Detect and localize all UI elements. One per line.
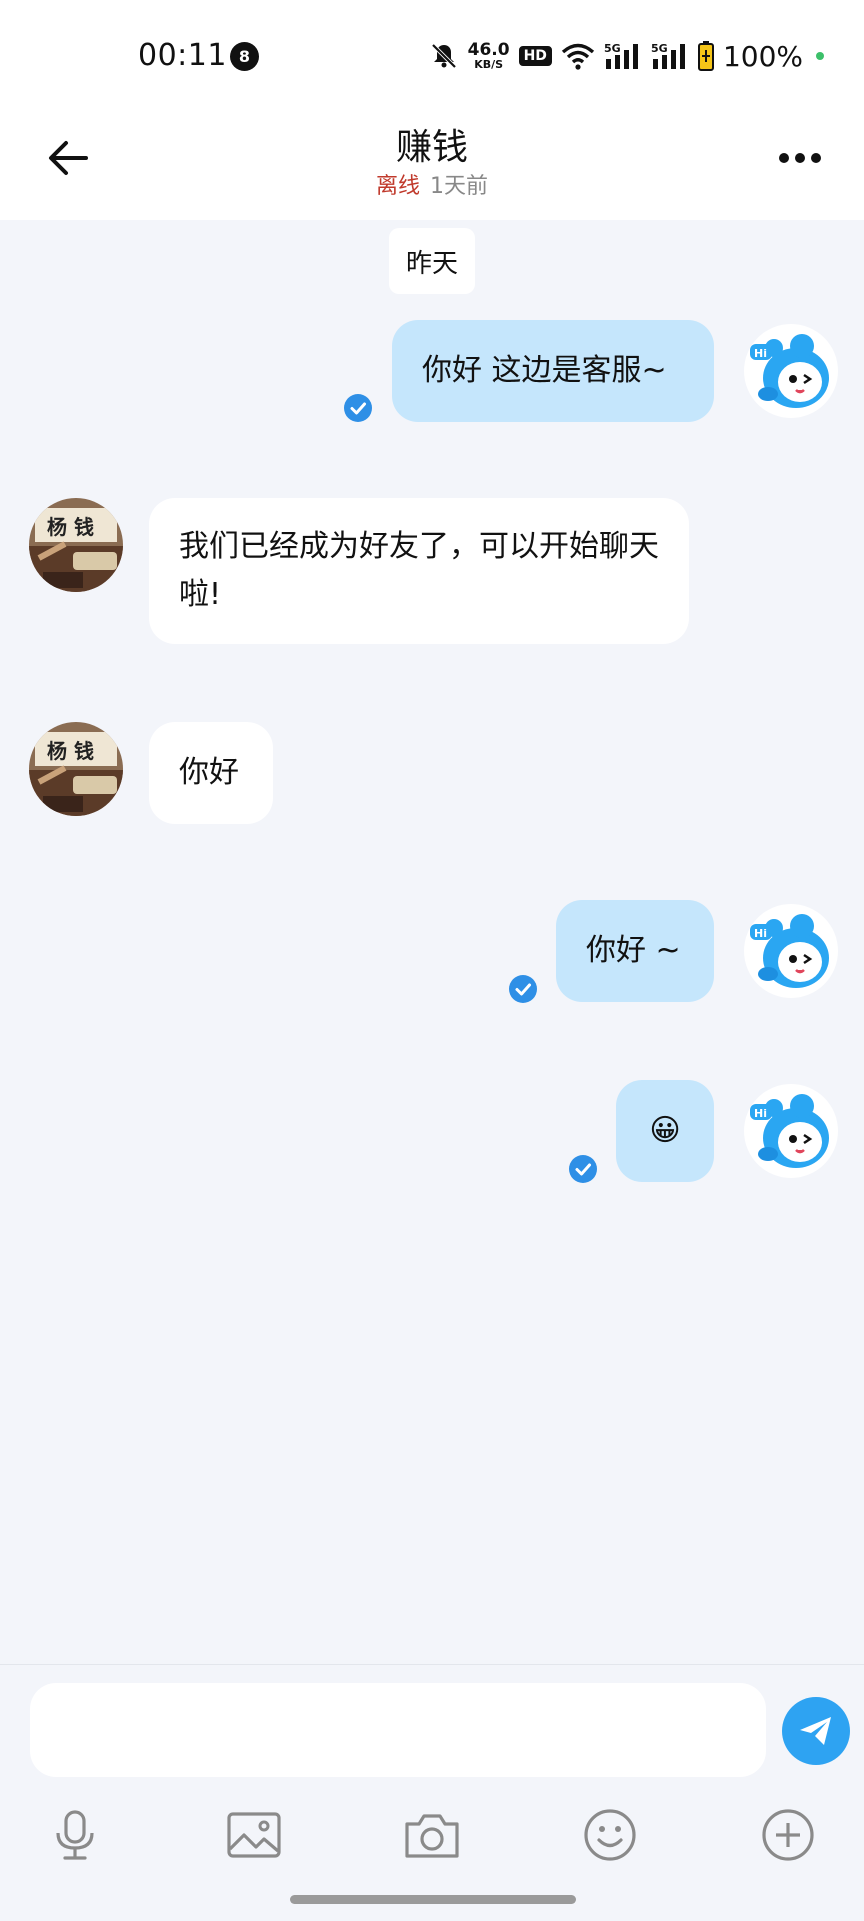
more-dot-icon	[795, 153, 805, 163]
read-check-icon	[569, 1155, 597, 1183]
contact-avatar[interactable]: 杨 钱	[29, 498, 123, 592]
offline-status: 离线	[375, 174, 420, 199]
avatar-calligraphy-text: 杨 钱	[47, 515, 94, 539]
svg-text:Hi: Hi	[754, 347, 767, 360]
net-speed-value: 46.0	[467, 40, 510, 60]
microphone-icon	[56, 1810, 94, 1860]
calligraphy-avatar-icon: 杨 钱	[29, 722, 123, 816]
message-bubble-outgoing[interactable]: 你好 这边是客服~	[392, 320, 714, 422]
status-bar: 00:11 8 46.0 KB/S HD 5G 5G 100%	[0, 0, 864, 110]
battery-icon	[697, 41, 714, 71]
message-input[interactable]	[30, 1683, 766, 1777]
emoji-icon	[584, 1809, 636, 1861]
camera-button[interactable]	[402, 1805, 462, 1865]
chat-header: 赚钱 离线 1天前	[0, 110, 864, 220]
more-dot-icon	[779, 153, 789, 163]
plus-icon	[762, 1809, 814, 1861]
message-bubble-outgoing[interactable]: 😀	[616, 1080, 714, 1182]
privacy-dot	[816, 52, 824, 60]
read-check-icon	[344, 394, 372, 422]
status-time: 00:11	[138, 38, 227, 73]
svg-text:Hi: Hi	[754, 927, 767, 940]
chat-title: 赚钱	[395, 127, 468, 168]
agent-avatar[interactable]: Hi	[744, 904, 838, 998]
hd-voice-icon: HD	[518, 46, 552, 66]
bot-mascot-icon: Hi	[744, 1084, 838, 1178]
bot-mascot-icon: Hi	[744, 324, 838, 418]
sim1-label: 5G	[604, 42, 621, 55]
emoji-button[interactable]	[580, 1805, 640, 1865]
voice-button[interactable]	[45, 1805, 105, 1865]
camera-icon	[405, 1814, 459, 1858]
signal-sim1-icon: 5G	[604, 41, 642, 71]
composer	[0, 1664, 864, 1921]
image-icon	[227, 1812, 281, 1858]
notification-badge: 8	[230, 42, 259, 71]
sim2-label: 5G	[651, 42, 668, 55]
more-button[interactable]	[772, 138, 828, 178]
send-button[interactable]	[782, 1697, 850, 1765]
battery-percent: 100%	[722, 39, 803, 73]
chat-status: 离线 1天前	[0, 168, 864, 200]
more-dot-icon	[811, 153, 821, 163]
mute-bell-icon	[429, 41, 459, 71]
image-button[interactable]	[224, 1805, 284, 1865]
read-check-icon	[509, 975, 537, 1003]
net-speed-unit: KB/S	[474, 58, 504, 71]
home-indicator[interactable]	[290, 1895, 576, 1904]
date-separator: 昨天	[389, 228, 475, 294]
signal-sim2-icon: 5G	[651, 41, 689, 71]
status-icons: 46.0 KB/S HD 5G 5G 100%	[429, 38, 824, 74]
message-text: 我们已经成为好友了，可以开始聊天啦!	[179, 529, 659, 612]
message-bubble-incoming[interactable]: 你好	[149, 722, 273, 824]
avatar-calligraphy-text: 杨 钱	[47, 739, 94, 763]
bot-mascot-icon: Hi	[744, 904, 838, 998]
last-seen: 1天前	[430, 174, 488, 199]
net-speed: 46.0 KB/S	[467, 40, 510, 71]
contact-avatar[interactable]: 杨 钱	[29, 722, 123, 816]
wifi-icon	[561, 42, 595, 70]
svg-text:Hi: Hi	[754, 1107, 767, 1120]
message-bubble-outgoing[interactable]: 你好 ~	[556, 900, 714, 1002]
agent-avatar[interactable]: Hi	[744, 324, 838, 418]
more-actions-button[interactable]	[758, 1805, 818, 1865]
agent-avatar[interactable]: Hi	[744, 1084, 838, 1178]
message-bubble-incoming[interactable]: 我们已经成为好友了，可以开始聊天啦!	[149, 498, 689, 644]
send-paper-plane-icon	[800, 1717, 831, 1745]
calligraphy-avatar-icon: 杨 钱	[29, 498, 123, 592]
